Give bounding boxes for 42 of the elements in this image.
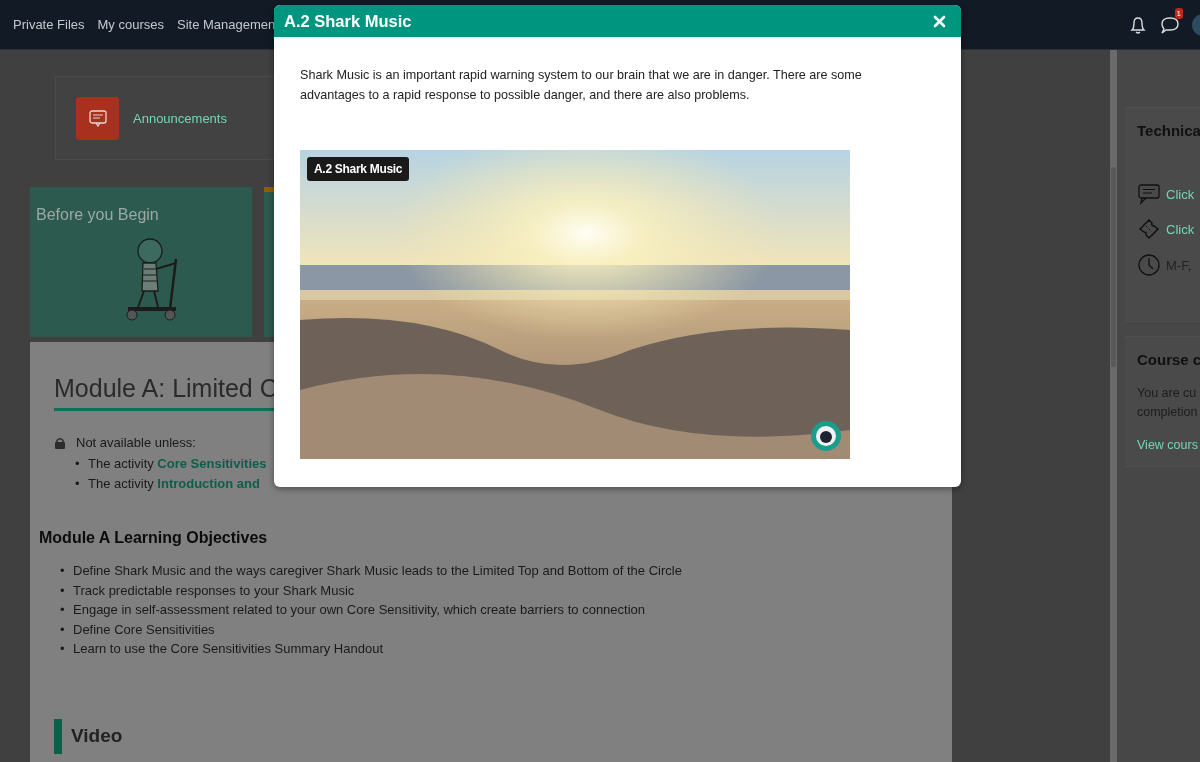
speech-bubble-icon xyxy=(87,109,108,127)
message-count-badge: 1 xyxy=(1174,7,1183,19)
announcements-link[interactable]: Announcements xyxy=(133,110,227,126)
course-tile[interactable]: Before you Begin xyxy=(30,187,252,337)
dialog-title: A.2 Shark Music xyxy=(284,11,412,31)
channel-logo-icon xyxy=(810,420,842,452)
close-button[interactable] xyxy=(933,14,946,28)
objectives-heading: Module A Learning Objectives xyxy=(39,529,269,547)
bullet-mark: • xyxy=(60,601,66,619)
objective-item: Learn to use the Core Sensitivities Summary Handout xyxy=(73,640,383,658)
view-course-link[interactable]: View cours xyxy=(1137,438,1200,452)
bullet-mark: • xyxy=(75,474,81,493)
bullet-mark: • xyxy=(60,562,66,580)
dialog-description: Shark Music is an important rapid warning system to our brain that we are in danger. There are some advantages to a rapid response to possible danger, and there are also problems. xyxy=(300,67,863,104)
clock-icon xyxy=(1137,253,1161,277)
bullet-mark: • xyxy=(60,640,66,658)
bullet-mark: • xyxy=(60,581,66,600)
support-link[interactable]: Click xyxy=(1166,186,1195,202)
scrollbar[interactable] xyxy=(1110,50,1117,762)
nav-link[interactable]: Private Files xyxy=(13,17,85,32)
close-icon xyxy=(933,14,946,28)
restriction-condition: The activity Introduction and xyxy=(88,474,260,493)
video-title-label: A.2 Shark Music xyxy=(307,157,410,181)
bullet-mark: • xyxy=(60,620,66,639)
support-link[interactable]: Click xyxy=(1166,221,1195,237)
objective-item: Engage in self-assessment related to your own Core Sensitivity, which create barriers to connection xyxy=(73,601,646,619)
chat-bubble-icon[interactable] xyxy=(1160,14,1180,35)
lock-icon xyxy=(54,436,66,449)
tile-title: Before you Begin xyxy=(36,206,160,224)
objective-item: Define Shark Music and the ways caregiver Shark Music leads to the Limited Top and Bottom of the Circle xyxy=(73,562,682,580)
objective-item: Define Core Sensitivities xyxy=(73,620,215,639)
nav-link[interactable]: Site Managemen xyxy=(177,17,276,32)
objective-item: Track predictable responses to your Shark Music xyxy=(73,581,355,600)
block-title: Course c xyxy=(1137,351,1200,368)
bullet-mark: • xyxy=(75,455,81,473)
ticket-icon xyxy=(1137,217,1161,241)
nav-link[interactable]: My courses xyxy=(97,17,164,32)
notification-bell-icon[interactable] xyxy=(1128,14,1148,35)
restriction-label: Not available unless: xyxy=(76,435,196,450)
restriction-condition: The activity Core Sensitivities xyxy=(88,455,267,473)
heading-accent-bar xyxy=(54,718,62,754)
video-heading: Video xyxy=(71,725,123,747)
